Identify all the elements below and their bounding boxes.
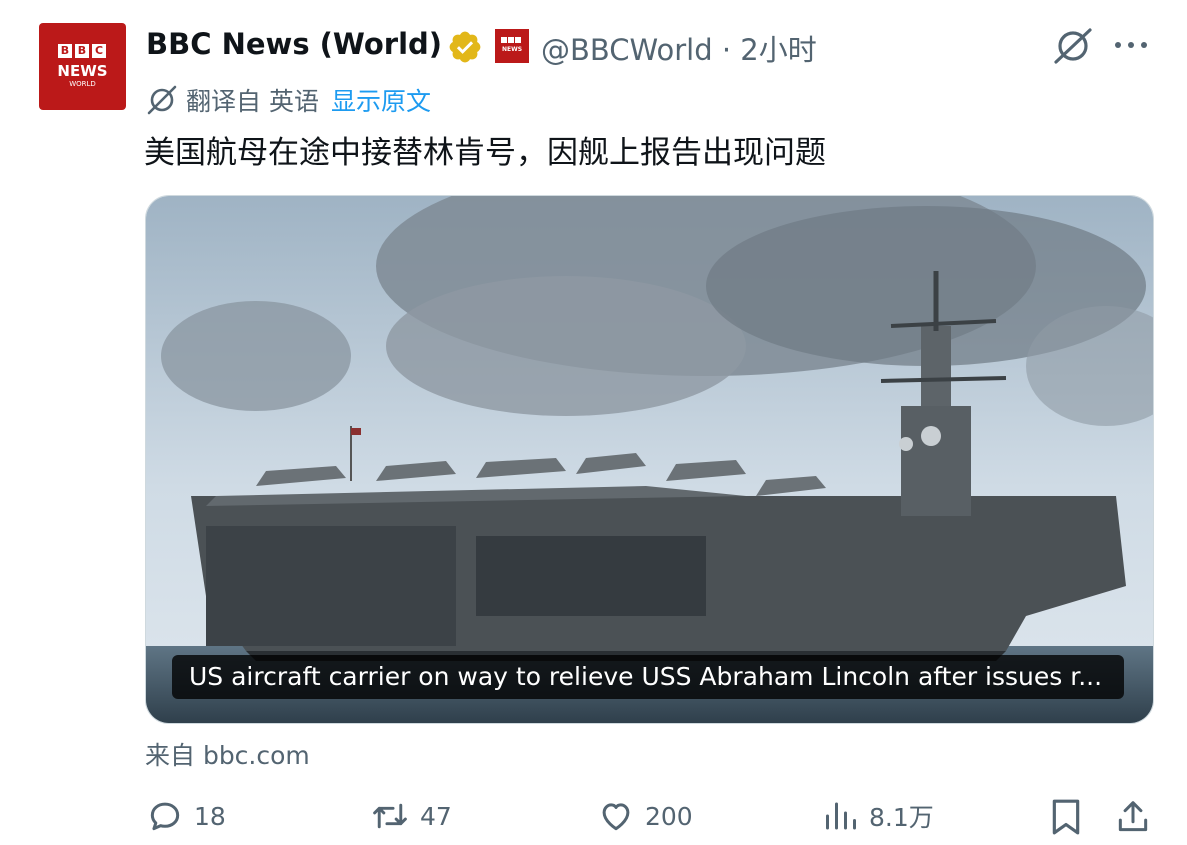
translation-line: 翻译自 英语 显示原文 bbox=[146, 82, 431, 118]
card-caption: US aircraft carrier on way to relieve US… bbox=[172, 655, 1125, 699]
grok-icon[interactable] bbox=[1051, 25, 1095, 67]
repost-button[interactable]: 47 bbox=[370, 797, 452, 835]
bookmark-icon[interactable] bbox=[1049, 797, 1083, 837]
verified-badge-icon[interactable] bbox=[447, 29, 483, 65]
more-icon[interactable] bbox=[1113, 34, 1149, 56]
avatar-world-text: WORLD bbox=[69, 80, 96, 88]
reply-count: 18 bbox=[194, 801, 226, 831]
link-card[interactable]: US aircraft carrier on way to relieve US… bbox=[145, 195, 1154, 724]
views-count: 8.1万 bbox=[869, 803, 934, 832]
reply-icon bbox=[150, 802, 180, 831]
like-count: 200 bbox=[645, 801, 693, 831]
share-icon[interactable] bbox=[1114, 797, 1152, 837]
reply-button[interactable]: 18 bbox=[146, 797, 226, 835]
avatar[interactable]: B B C NEWS WORLD bbox=[39, 23, 126, 110]
repost-icon bbox=[373, 803, 407, 829]
repost-count: 47 bbox=[420, 801, 452, 831]
card-source[interactable]: 来自 bbc.com bbox=[145, 736, 310, 772]
views-icon bbox=[826, 802, 856, 830]
account-handle-time[interactable]: @BBCWorld · 2小时 bbox=[541, 27, 817, 69]
translate-icon bbox=[147, 85, 177, 115]
account-name[interactable]: BBC News (World) bbox=[146, 27, 442, 61]
avatar-news-text: NEWS bbox=[57, 62, 108, 80]
views-button[interactable]: 8.1万 bbox=[823, 797, 934, 835]
translated-from-label: 翻译自 英语 bbox=[186, 87, 319, 116]
show-original-link[interactable]: 显示原文 bbox=[331, 82, 431, 118]
bbc-logo: B B C bbox=[58, 44, 106, 58]
card-image bbox=[146, 196, 1153, 723]
affiliate-badge[interactable]: NEWS bbox=[495, 29, 529, 63]
like-button[interactable]: 200 bbox=[597, 797, 693, 835]
like-icon bbox=[602, 803, 630, 831]
tweet-text: 美国航母在途中接替林肯号，因舰上报告出现问题 bbox=[144, 135, 826, 171]
